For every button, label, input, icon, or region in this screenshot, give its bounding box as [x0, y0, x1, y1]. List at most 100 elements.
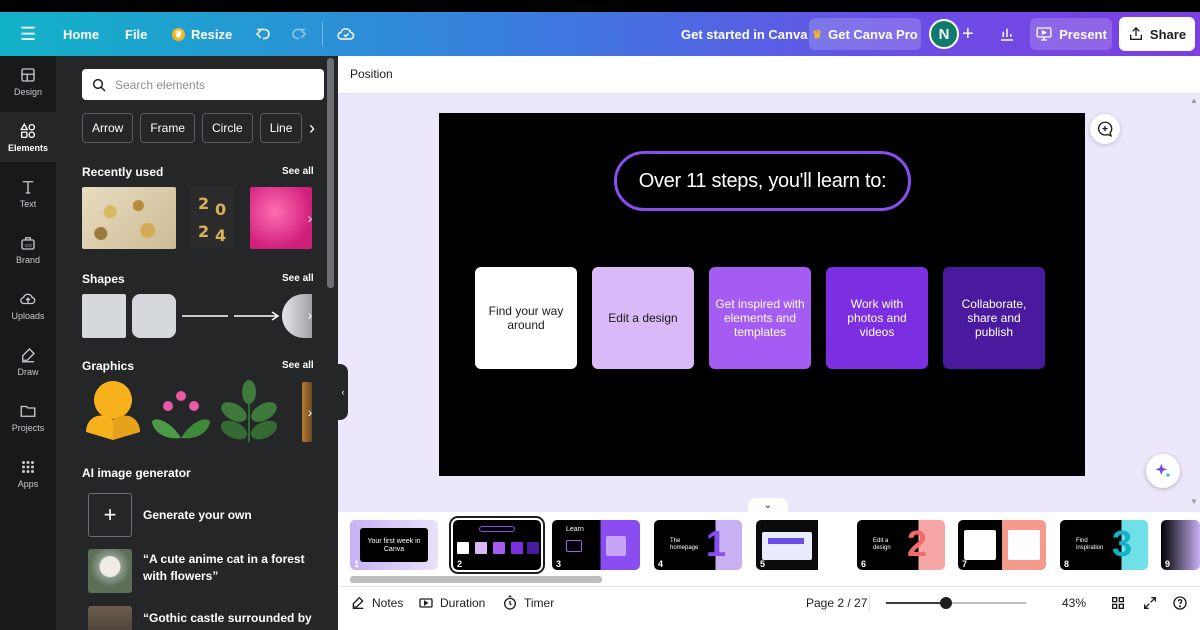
page-thumb[interactable]: 5 [756, 520, 844, 570]
fullscreen-icon[interactable] [1142, 587, 1158, 619]
get-started-link[interactable]: Get started in Canva [681, 12, 807, 56]
chevron-right-icon[interactable]: › [298, 284, 322, 346]
page-thumb[interactable]: Edit a design 2 6 [857, 520, 945, 570]
share-button[interactable]: Share [1119, 17, 1195, 51]
chevron-down-icon[interactable]: ⌄ [748, 498, 788, 512]
card-text: Collaborate, share and publish [961, 297, 1027, 339]
page-number: 8 [1064, 559, 1070, 569]
generate-your-own-item[interactable]: + Generate your own [82, 493, 252, 537]
elements-panel: Arrow Frame Circle Line › Recently used … [56, 56, 338, 630]
page-indicator[interactable]: Page 2 / 27 [806, 587, 867, 619]
add-comment-button[interactable] [1090, 114, 1120, 144]
see-all-link[interactable]: See all [282, 166, 314, 177]
rail-item-draw[interactable]: Draw [0, 336, 56, 386]
page-thumb[interactable]: Learn 3 [552, 520, 640, 570]
file-menu[interactable]: File [125, 12, 147, 56]
rail-item-uploads[interactable]: Uploads [0, 280, 56, 330]
rail-item-apps[interactable]: Apps [0, 448, 56, 498]
add-collaborator-icon[interactable]: + [962, 12, 974, 56]
cloud-save-icon[interactable] [336, 12, 356, 56]
analytics-icon[interactable] [990, 18, 1024, 50]
search-bar[interactable] [82, 69, 324, 100]
svg-text:2: 2 [198, 194, 209, 213]
home-button[interactable]: Home [63, 12, 99, 56]
magic-assistant-button[interactable] [1146, 454, 1180, 488]
slide-card-4[interactable]: Work with photos and videos [826, 267, 928, 369]
slide-canvas[interactable]: Over 11 steps, you'll learn to: Find you… [439, 113, 1085, 476]
collapse-panel-handle[interactable]: ‹ [338, 364, 348, 420]
card-text: Find your way around [488, 304, 564, 332]
grid-view-icon[interactable] [1110, 587, 1126, 619]
slide-card-1[interactable]: Find your way around [475, 267, 577, 369]
chevron-right-icon[interactable]: › [298, 381, 322, 443]
get-pro-label: Get Canva Pro [828, 26, 918, 42]
page-thumb[interactable]: The homepage 1 4 [654, 520, 742, 570]
rail-item-text[interactable]: Text [0, 168, 56, 218]
rail-label: Uploads [11, 310, 45, 321]
shape-rounded-square[interactable] [132, 294, 176, 338]
ai-prompt-item[interactable]: “A cute anime cat in a forest with flowe… [82, 549, 322, 593]
avatar[interactable]: N [929, 19, 959, 49]
position-button[interactable]: Position [350, 67, 393, 81]
editor-scrollbar[interactable]: ▲ ▼ [1190, 96, 1198, 506]
rail-item-brand[interactable]: CO Brand [0, 224, 56, 274]
page-thumb[interactable]: Your first week in Canva 1 [350, 520, 438, 570]
shape-square[interactable] [82, 294, 126, 338]
page-thumb-current[interactable]: 2 [449, 516, 545, 574]
chevron-right-icon[interactable]: › [298, 187, 322, 249]
slide-card-3[interactable]: Get inspired with elements and templates [709, 267, 811, 369]
chip-line[interactable]: Line [259, 113, 303, 143]
see-all-link[interactable]: See all [282, 360, 314, 371]
present-icon [1036, 27, 1052, 41]
undo-icon[interactable] [254, 12, 272, 56]
help-icon[interactable] [1172, 587, 1188, 619]
timer-button[interactable]: Timer [502, 587, 554, 619]
page-thumb[interactable]: Find inspiration 3 8 [1060, 520, 1148, 570]
slide-card-5[interactable]: Collaborate, share and publish [943, 267, 1045, 369]
pages-strip-scrollbar[interactable] [350, 576, 602, 583]
duration-icon [419, 598, 433, 608]
rail-label: Design [13, 86, 42, 97]
menu-icon[interactable]: ☰ [20, 12, 36, 56]
recent-thumb-gold-bottles[interactable] [82, 187, 176, 249]
zoom-level[interactable]: 43% [1062, 587, 1086, 619]
resize-button[interactable]: ♛ Resize [172, 12, 232, 56]
present-button[interactable]: Present [1030, 18, 1112, 50]
rail-item-design[interactable]: Design [0, 56, 56, 106]
rail-item-projects[interactable]: Projects [0, 392, 56, 442]
recent-thumb-2024-balloons[interactable]: 2024 [190, 187, 234, 249]
comment-plus-icon [1097, 121, 1113, 137]
footer-bar: Notes Duration Timer Page 2 / 27 43% [338, 586, 1200, 630]
slide-card-2[interactable]: Edit a design [592, 267, 694, 369]
see-all-link[interactable]: See all [282, 273, 314, 284]
graphic-pink-buds[interactable] [150, 380, 212, 444]
graphic-green-leaves[interactable] [218, 380, 280, 444]
ai-prompt-item[interactable]: “Gothic castle surrounded by [82, 606, 322, 630]
chevron-right-icon[interactable]: › [300, 113, 324, 143]
graphic-yellow-flower[interactable] [82, 380, 144, 444]
page-thumb[interactable]: 7 [958, 520, 1046, 570]
search-input[interactable] [115, 77, 305, 92]
section-title-shapes: Shapes [82, 272, 125, 286]
shape-line[interactable] [180, 306, 230, 326]
notes-button[interactable]: Notes [350, 587, 403, 619]
panel-scrollbar-thumb[interactable] [327, 58, 334, 288]
duration-button[interactable]: Duration [418, 587, 485, 619]
rail-label: Projects [11, 422, 45, 433]
chip-arrow[interactable]: Arrow [82, 113, 134, 143]
redo-icon[interactable] [290, 12, 308, 56]
share-label: Share [1149, 26, 1187, 42]
text-icon [22, 180, 34, 194]
rail-item-elements[interactable]: Elements [0, 112, 56, 162]
zoom-slider[interactable] [886, 597, 1026, 609]
get-canva-pro-button[interactable]: ♛ Get Canva Pro [809, 18, 921, 50]
page-number: 4 [658, 559, 664, 569]
zoom-slider-knob[interactable] [940, 597, 952, 609]
page-thumb[interactable]: 9 [1161, 520, 1200, 570]
chip-circle[interactable]: Circle [202, 113, 253, 143]
editor-area: Position ‹ Over 11 steps, you'll learn t… [338, 56, 1200, 630]
slide-title[interactable]: Over 11 steps, you'll learn to: [614, 151, 911, 211]
shape-arrow[interactable] [232, 306, 282, 326]
rail-label: Elements [7, 142, 49, 153]
chip-frame[interactable]: Frame [140, 113, 196, 143]
